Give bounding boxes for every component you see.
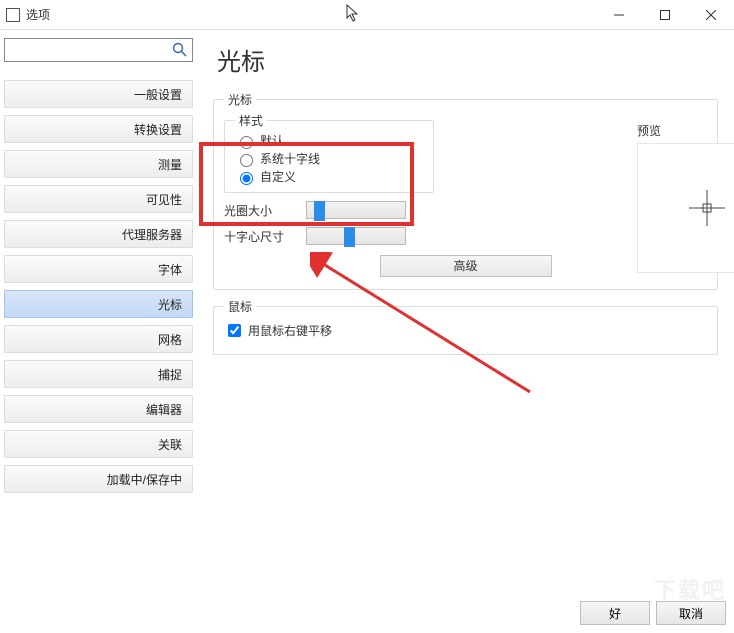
radio-custom-input[interactable] xyxy=(240,172,253,185)
sidebar-item-6[interactable]: 光标 xyxy=(4,290,193,318)
cross-size-label: 十字心尺寸 xyxy=(224,228,296,245)
preview-label: 预览 xyxy=(637,122,734,139)
search-input-wrap xyxy=(4,38,193,62)
close-button[interactable] xyxy=(688,0,734,30)
aperture-size-label: 光圈大小 xyxy=(224,202,296,219)
radio-system-cross-input[interactable] xyxy=(240,154,253,167)
sidebar: 一般设置转换设置测量可见性代理服务器字体光标网格捕捉编辑器关联加载中/保存中 xyxy=(0,30,197,590)
mouse-group: 鼠标 用鼠标右键平移 xyxy=(213,298,718,355)
sidebar-item-9[interactable]: 编辑器 xyxy=(4,395,193,423)
sidebar-item-3[interactable]: 可见性 xyxy=(4,185,193,213)
app-icon xyxy=(6,8,20,22)
sidebar-item-2[interactable]: 测量 xyxy=(4,150,193,178)
radio-custom-label: 自定义 xyxy=(260,168,296,185)
preview-box xyxy=(637,143,734,273)
search-icon[interactable] xyxy=(172,42,188,58)
radio-system-cross[interactable]: 系统十字线 xyxy=(235,150,423,167)
maximize-button[interactable] xyxy=(642,0,688,30)
radio-default-label: 默认 xyxy=(260,132,284,149)
radio-custom[interactable]: 自定义 xyxy=(235,168,423,185)
main-panel: 光标 光标 样式 默认 系统十字线 自定义 光圈大小 xyxy=(197,30,734,590)
radio-default-input[interactable] xyxy=(240,136,253,149)
slider-thumb[interactable] xyxy=(344,227,355,247)
mouse-pan-checkbox[interactable] xyxy=(228,324,241,337)
aperture-size-slider[interactable] xyxy=(306,201,406,219)
slider-thumb[interactable] xyxy=(314,201,325,221)
ok-button[interactable]: 好 xyxy=(580,601,650,625)
radio-default[interactable]: 默认 xyxy=(235,132,423,149)
style-group-legend: 样式 xyxy=(235,112,267,129)
sidebar-item-11[interactable]: 加载中/保存中 xyxy=(4,465,193,493)
sidebar-item-1[interactable]: 转换设置 xyxy=(4,115,193,143)
mouse-group-legend: 鼠标 xyxy=(224,298,256,315)
sidebar-item-5[interactable]: 字体 xyxy=(4,255,193,283)
titlebar: 选项 xyxy=(0,0,734,30)
cross-size-slider[interactable] xyxy=(306,227,406,245)
preview-section: 预览 xyxy=(637,122,734,273)
cursor-group-legend: 光标 xyxy=(224,91,256,108)
radio-system-cross-label: 系统十字线 xyxy=(260,150,320,167)
search-input[interactable] xyxy=(5,39,170,61)
window-title: 选项 xyxy=(26,6,50,23)
sidebar-item-8[interactable]: 捕捉 xyxy=(4,360,193,388)
sidebar-item-7[interactable]: 网格 xyxy=(4,325,193,353)
advanced-button[interactable]: 高级 xyxy=(380,255,552,277)
style-group: 样式 默认 系统十字线 自定义 xyxy=(224,112,434,193)
minimize-button[interactable] xyxy=(596,0,642,30)
mouse-pan-label: 用鼠标右键平移 xyxy=(248,322,332,339)
sidebar-item-0[interactable]: 一般设置 xyxy=(4,80,193,108)
sidebar-item-10[interactable]: 关联 xyxy=(4,430,193,458)
cursor-preview-icon xyxy=(687,188,727,228)
watermark: 下载吧 xyxy=(654,573,726,605)
mouse-pan-checkbox-row[interactable]: 用鼠标右键平移 xyxy=(224,319,707,344)
sidebar-item-4[interactable]: 代理服务器 xyxy=(4,220,193,248)
page-title: 光标 xyxy=(217,42,718,77)
